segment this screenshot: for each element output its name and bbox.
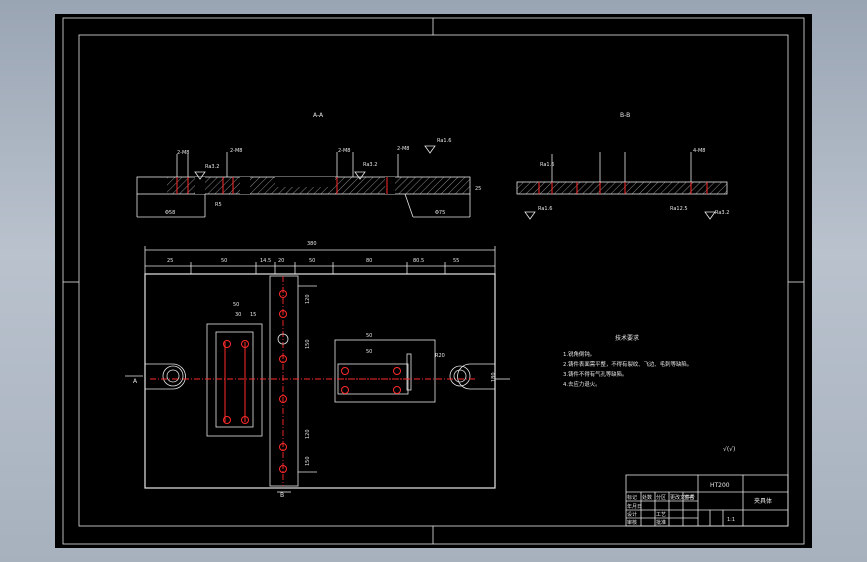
tb-row-3: 分区: [656, 494, 666, 501]
dim-top-8: 55: [453, 258, 459, 264]
dim-top-5: 50: [309, 258, 315, 264]
dim-side-3: 120: [305, 429, 311, 439]
tb-cell-3: 工艺: [656, 512, 666, 518]
dim-side-1: 120: [305, 294, 311, 304]
tech-req-item-2: 2.铸件表面需平整，不得有裂纹、飞边、毛刺等缺陷。: [563, 360, 692, 368]
dim-phi58: Φ58: [165, 210, 175, 216]
rough-a-1: Ra3.2: [205, 164, 219, 170]
view-mark-a: A: [133, 378, 138, 385]
section-a-view: [136, 145, 471, 218]
label-a-1: 2-M8: [177, 150, 189, 156]
dim-slot-5: 50: [366, 349, 372, 355]
dim-top-7: 80.5: [413, 258, 424, 264]
material: HT200: [710, 482, 730, 489]
tb-cell-1: 设计: [627, 511, 637, 518]
tb-row-2: 处数: [642, 494, 652, 501]
dim-side-2: 150: [305, 339, 311, 349]
tech-req-item-1: 1.锐角倒钝。: [563, 350, 595, 358]
tb-row-6: 年月日: [627, 503, 642, 510]
dim-top-2: 50: [221, 258, 227, 264]
part-name: 夹具体: [754, 497, 772, 505]
dim-slot-4: 50: [366, 333, 372, 339]
tb-row-5: 签名: [684, 494, 694, 501]
dim-slot-2: 30: [235, 312, 241, 318]
dim-slot-3: 15: [250, 312, 256, 318]
tb-cell-4: 批准: [656, 519, 666, 526]
inner-frame: [78, 34, 789, 527]
outer-frame: [62, 17, 805, 545]
section-b-title: B-B: [620, 112, 630, 119]
view-mark-b: B: [280, 492, 284, 499]
dim-380: 380: [307, 241, 317, 247]
dim-top-4: 20: [278, 258, 284, 264]
rough-a-2: Ra1.6: [437, 138, 451, 144]
rough-b-3: Ra12.5: [670, 206, 688, 212]
dim-top-6: 80: [366, 258, 372, 264]
label-a-2: 2-M8: [230, 148, 242, 154]
tech-req-title: 技术要求: [615, 334, 639, 342]
dim-top-3: 14.5: [260, 258, 271, 264]
dim-phi75: Φ75: [435, 210, 445, 216]
plan-view: [125, 246, 510, 493]
roughness-symbol: √(√): [723, 446, 735, 453]
rough-b-4: Ra3.2: [715, 210, 729, 216]
rough-b-1: Ra1.6: [540, 162, 554, 168]
label-a-4: 2-M8: [397, 146, 409, 152]
dim-side-4: 150: [305, 456, 311, 466]
cad-drawing: A-A 2-M8 2-M8 2-M8 2-M8 Ra3.2 Ra1.6 Ra3.: [62, 17, 805, 545]
scale: 1:1: [727, 517, 735, 523]
dim-slot-1: 50: [233, 302, 239, 308]
tech-req-item-4: 4.去应力退火。: [563, 380, 601, 388]
dim-top-1: 25: [167, 258, 173, 264]
dim-180: 180: [491, 372, 497, 382]
label-a-3: 2-M8: [338, 148, 350, 154]
tb-cell-2: 审核: [627, 519, 637, 526]
section-a-title: A-A: [313, 112, 324, 119]
tech-req-item-3: 3.铸件不得有气孔等缺陷。: [563, 370, 627, 378]
dim-r20: R20: [435, 353, 445, 359]
label-b-1: 4-M8: [693, 148, 705, 154]
dim-25: 25: [475, 186, 481, 192]
dim-r5: R5: [215, 202, 222, 208]
drawing-sheet: A-A 2-M8 2-M8 2-M8 2-M8 Ra3.2 Ra1.6 Ra3.: [55, 14, 812, 548]
rough-a-3: Ra3.2: [363, 162, 377, 168]
rough-b-2: Ra1.6: [538, 206, 552, 212]
tb-row-1: 标记: [627, 494, 637, 501]
